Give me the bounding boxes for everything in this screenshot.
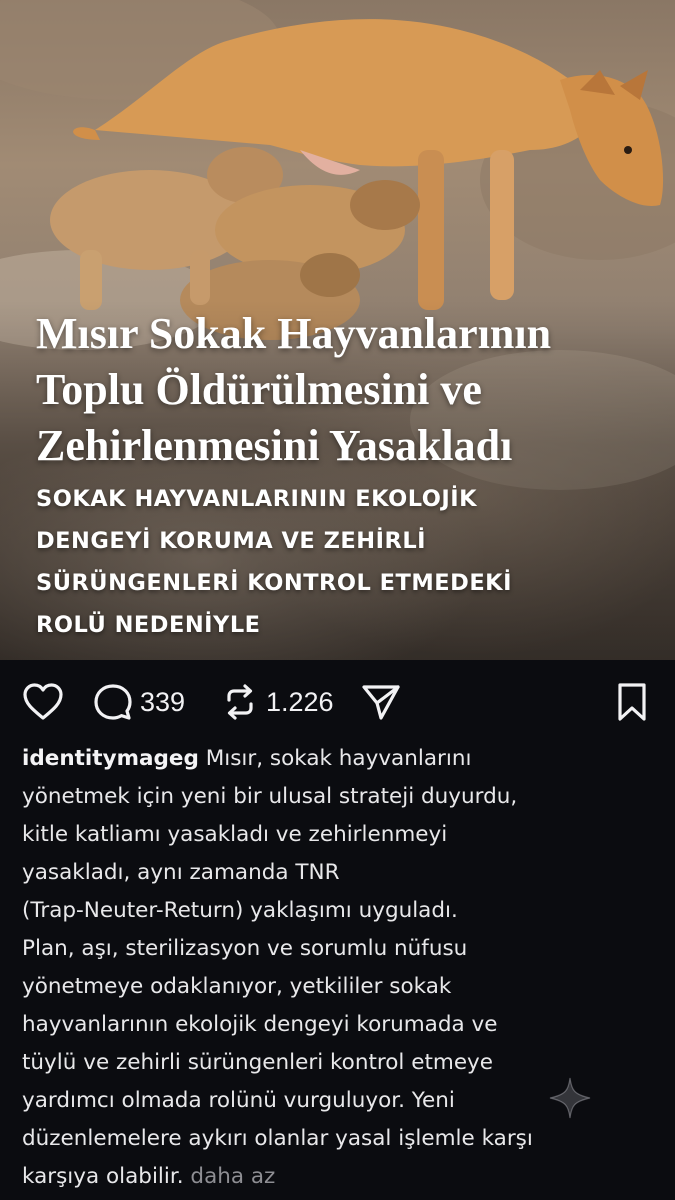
post-caption: identitymageg Mısır, sokak hayvanlarını … (22, 740, 662, 1196)
repost-button[interactable]: 1.226 (220, 682, 334, 722)
caption-last-line: karşıya olabilir. daha az (22, 1158, 662, 1196)
caption-line: kitle katliamı yasakladı ve zehirlenmeyi (22, 822, 448, 847)
repost-icon (227, 684, 253, 720)
headline: Mısır Sokak Hayvanlarının Toplu Öldürülm… (36, 306, 666, 474)
subheadline-line: SOKAK HAYVANLARININ EKOLOJİK (36, 486, 478, 512)
caption-first-line: identitymageg Mısır, sokak hayvanlarını (22, 740, 662, 778)
sparkle-icon (549, 1077, 591, 1119)
caption-line: düzenlemelere aykırı olanlar yasal işlem… (22, 1126, 533, 1151)
heart-icon (23, 683, 63, 720)
bookmark-icon (618, 683, 646, 721)
caption-username[interactable]: identitymageg (22, 746, 199, 771)
subheadline-line: SÜRÜNGENLERİ KONTROL ETMEDEKİ (36, 570, 512, 596)
subheadline: SOKAK HAYVANLARININ EKOLOJİK DENGEYİ KOR… (36, 478, 656, 646)
headline-line: Mısır Sokak Hayvanlarının (36, 309, 552, 358)
show-less-link[interactable]: daha az (190, 1164, 275, 1189)
headline-line: Zehirlenmesini Yasakladı (36, 421, 513, 470)
caption-line: yasakladı, aynı zamanda TNR (22, 860, 340, 885)
send-icon (362, 685, 400, 720)
caption-text: karşıya olabilir. (22, 1164, 184, 1189)
caption-line: (Trap-Neuter-Return) yaklaşımı uyguladı. (22, 898, 458, 923)
save-button[interactable] (614, 682, 650, 722)
caption-line: yönetmek için yeni bir ulusal strateji d… (22, 784, 518, 809)
caption-line: hayvanlarının ekolojik dengeyi korumada … (22, 1012, 498, 1037)
caption-text: Mısır, sokak hayvanlarını (198, 746, 472, 771)
subheadline-line: DENGEYİ KORUMA VE ZEHİRLİ (36, 528, 427, 554)
caption-line: Plan, aşı, sterilizasyon ve sorumlu nüfu… (22, 936, 468, 961)
like-button[interactable] (22, 682, 64, 722)
repost-count: 1.226 (266, 686, 334, 717)
caption-line: yönetmeye odaklanıyor, yetkililer sokak (22, 974, 452, 999)
subheadline-line: ROLÜ NEDENİYLE (36, 612, 261, 638)
post-image[interactable]: Mısır Sokak Hayvanlarının Toplu Öldürülm… (0, 0, 675, 660)
share-button[interactable] (360, 682, 402, 722)
comment-button[interactable]: 339 (92, 682, 185, 722)
comment-count: 339 (140, 686, 186, 717)
action-bar: 339 1.226 (0, 672, 675, 732)
headline-line: Toplu Öldürülmesini ve (36, 365, 482, 414)
comment-icon (94, 684, 132, 720)
